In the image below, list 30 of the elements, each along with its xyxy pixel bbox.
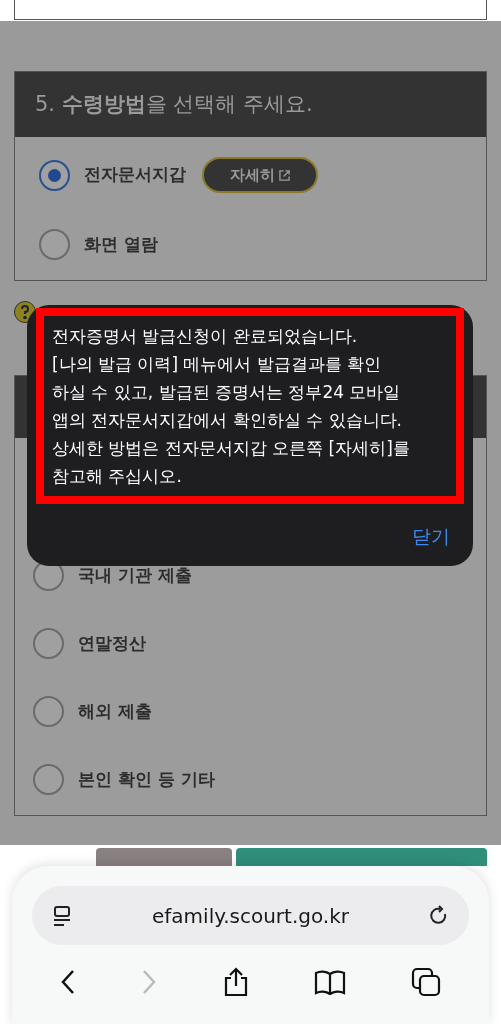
message-line: [나의 발급 이력] 메뉴에서 발급결과를 확인: [52, 353, 383, 376]
close-button[interactable]: 닫기: [412, 522, 450, 551]
option-label: 전자문서지갑: [84, 163, 186, 187]
back-icon[interactable]: [60, 969, 76, 995]
reload-icon[interactable]: [429, 904, 449, 927]
url-text: efamily.scourt.go.kr: [151, 902, 350, 930]
radio-button[interactable]: [39, 229, 70, 260]
message-line: 상세한 방법은 전자문서지갑 오른쪽 [자세히]를: [52, 437, 411, 460]
option-label: 연말정산: [78, 631, 146, 655]
page-menu-icon[interactable]: [52, 904, 72, 927]
address-bar[interactable]: efamily.scourt.go.kr: [32, 886, 469, 945]
option-label: 해외 제출: [78, 699, 152, 723]
section-heading: 5. 수령방법을 선택해 주세요.: [35, 90, 313, 118]
tabs-icon[interactable]: [411, 967, 441, 997]
radio-button[interactable]: [33, 696, 64, 727]
option-label: 본인 확인 등 기타: [78, 767, 215, 791]
book-icon[interactable]: [313, 969, 346, 995]
forward-icon[interactable]: [141, 969, 158, 995]
radio-button[interactable]: [33, 764, 64, 795]
message-line: 전자증명서 발급신청이 완료되었습니다.: [52, 325, 359, 348]
message-line: 하실 수 있고, 발급된 증명서는 정부24 모바일: [52, 381, 402, 404]
share-icon[interactable]: [222, 967, 249, 997]
option-label: 화면 열람: [84, 232, 158, 256]
option-label: 국내 기관 제출: [78, 563, 192, 587]
external-link-icon: [279, 169, 290, 181]
radio-button[interactable]: [39, 159, 70, 191]
message-line: 참고해 주십시오.: [52, 465, 183, 488]
detail-button[interactable]: 자세히: [202, 157, 318, 193]
radio-button[interactable]: [33, 628, 64, 659]
message-line: 앱의 전자문서지갑에서 확인하실 수 있습니다.: [52, 409, 404, 432]
